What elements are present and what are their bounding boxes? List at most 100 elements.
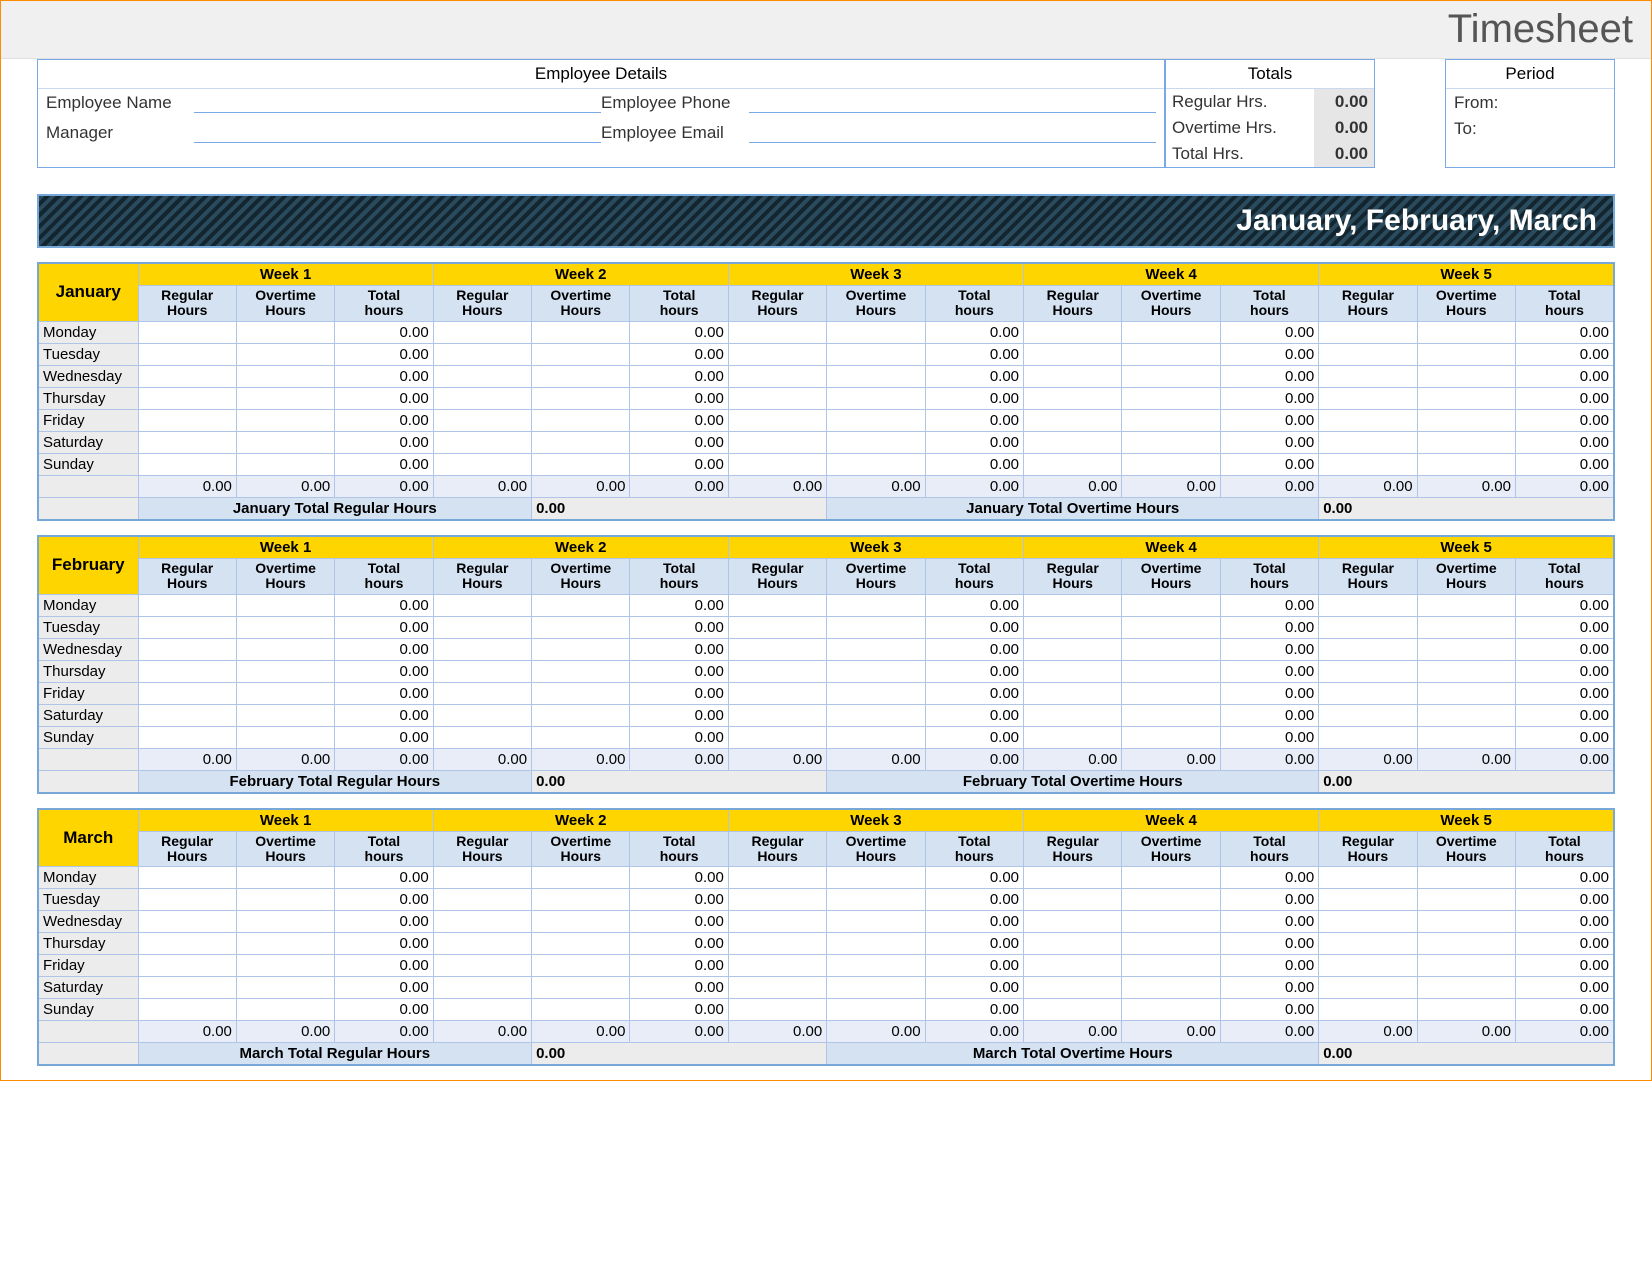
hours-input-cell[interactable] xyxy=(1319,638,1417,660)
hours-input-cell[interactable] xyxy=(827,321,925,343)
hours-input-cell[interactable] xyxy=(1024,321,1122,343)
hours-input-cell[interactable] xyxy=(1417,387,1515,409)
hours-input-cell[interactable] xyxy=(236,594,334,616)
hours-input-cell[interactable] xyxy=(433,977,531,999)
hours-input-cell[interactable] xyxy=(433,431,531,453)
hours-input-cell[interactable] xyxy=(433,321,531,343)
hours-input-cell[interactable] xyxy=(1417,409,1515,431)
hours-input-cell[interactable] xyxy=(827,933,925,955)
hours-input-cell[interactable] xyxy=(1319,387,1417,409)
hours-input-cell[interactable] xyxy=(827,616,925,638)
hours-input-cell[interactable] xyxy=(1417,704,1515,726)
hours-input-cell[interactable] xyxy=(138,889,236,911)
hours-input-cell[interactable] xyxy=(728,431,826,453)
employee-phone-input[interactable] xyxy=(749,95,1156,113)
hours-input-cell[interactable] xyxy=(1024,704,1122,726)
hours-input-cell[interactable] xyxy=(433,889,531,911)
hours-input-cell[interactable] xyxy=(532,726,630,748)
hours-input-cell[interactable] xyxy=(728,594,826,616)
hours-input-cell[interactable] xyxy=(433,616,531,638)
hours-input-cell[interactable] xyxy=(827,911,925,933)
hours-input-cell[interactable] xyxy=(1024,387,1122,409)
hours-input-cell[interactable] xyxy=(1024,431,1122,453)
hours-input-cell[interactable] xyxy=(1122,321,1220,343)
hours-input-cell[interactable] xyxy=(1417,616,1515,638)
hours-input-cell[interactable] xyxy=(433,343,531,365)
hours-input-cell[interactable] xyxy=(532,616,630,638)
hours-input-cell[interactable] xyxy=(1024,343,1122,365)
hours-input-cell[interactable] xyxy=(138,704,236,726)
hours-input-cell[interactable] xyxy=(1122,933,1220,955)
hours-input-cell[interactable] xyxy=(236,409,334,431)
hours-input-cell[interactable] xyxy=(728,867,826,889)
hours-input-cell[interactable] xyxy=(1319,321,1417,343)
hours-input-cell[interactable] xyxy=(1417,321,1515,343)
hours-input-cell[interactable] xyxy=(728,387,826,409)
hours-input-cell[interactable] xyxy=(1122,704,1220,726)
hours-input-cell[interactable] xyxy=(728,453,826,475)
hours-input-cell[interactable] xyxy=(532,911,630,933)
hours-input-cell[interactable] xyxy=(728,343,826,365)
hours-input-cell[interactable] xyxy=(1024,867,1122,889)
hours-input-cell[interactable] xyxy=(532,660,630,682)
hours-input-cell[interactable] xyxy=(1319,594,1417,616)
hours-input-cell[interactable] xyxy=(1122,638,1220,660)
hours-input-cell[interactable] xyxy=(433,387,531,409)
hours-input-cell[interactable] xyxy=(827,453,925,475)
hours-input-cell[interactable] xyxy=(1319,704,1417,726)
hours-input-cell[interactable] xyxy=(1417,594,1515,616)
hours-input-cell[interactable] xyxy=(433,638,531,660)
hours-input-cell[interactable] xyxy=(1122,431,1220,453)
hours-input-cell[interactable] xyxy=(1122,999,1220,1021)
hours-input-cell[interactable] xyxy=(728,682,826,704)
hours-input-cell[interactable] xyxy=(728,704,826,726)
hours-input-cell[interactable] xyxy=(433,955,531,977)
hours-input-cell[interactable] xyxy=(532,365,630,387)
hours-input-cell[interactable] xyxy=(1417,999,1515,1021)
hours-input-cell[interactable] xyxy=(236,387,334,409)
hours-input-cell[interactable] xyxy=(827,955,925,977)
hours-input-cell[interactable] xyxy=(1319,889,1417,911)
hours-input-cell[interactable] xyxy=(532,682,630,704)
hours-input-cell[interactable] xyxy=(1417,977,1515,999)
hours-input-cell[interactable] xyxy=(532,594,630,616)
hours-input-cell[interactable] xyxy=(827,682,925,704)
hours-input-cell[interactable] xyxy=(728,321,826,343)
hours-input-cell[interactable] xyxy=(532,453,630,475)
hours-input-cell[interactable] xyxy=(433,726,531,748)
hours-input-cell[interactable] xyxy=(827,726,925,748)
hours-input-cell[interactable] xyxy=(138,682,236,704)
hours-input-cell[interactable] xyxy=(138,933,236,955)
hours-input-cell[interactable] xyxy=(236,955,334,977)
hours-input-cell[interactable] xyxy=(1024,933,1122,955)
hours-input-cell[interactable] xyxy=(728,889,826,911)
hours-input-cell[interactable] xyxy=(1122,616,1220,638)
hours-input-cell[interactable] xyxy=(1417,660,1515,682)
hours-input-cell[interactable] xyxy=(827,409,925,431)
hours-input-cell[interactable] xyxy=(138,365,236,387)
hours-input-cell[interactable] xyxy=(1122,682,1220,704)
hours-input-cell[interactable] xyxy=(1024,660,1122,682)
hours-input-cell[interactable] xyxy=(1417,431,1515,453)
hours-input-cell[interactable] xyxy=(1417,682,1515,704)
hours-input-cell[interactable] xyxy=(1319,955,1417,977)
hours-input-cell[interactable] xyxy=(532,933,630,955)
hours-input-cell[interactable] xyxy=(1122,726,1220,748)
hours-input-cell[interactable] xyxy=(728,933,826,955)
hours-input-cell[interactable] xyxy=(1122,911,1220,933)
hours-input-cell[interactable] xyxy=(728,999,826,1021)
hours-input-cell[interactable] xyxy=(236,867,334,889)
hours-input-cell[interactable] xyxy=(1417,911,1515,933)
hours-input-cell[interactable] xyxy=(138,638,236,660)
hours-input-cell[interactable] xyxy=(236,343,334,365)
hours-input-cell[interactable] xyxy=(138,977,236,999)
hours-input-cell[interactable] xyxy=(1024,682,1122,704)
hours-input-cell[interactable] xyxy=(236,999,334,1021)
hours-input-cell[interactable] xyxy=(1122,889,1220,911)
hours-input-cell[interactable] xyxy=(1319,999,1417,1021)
hours-input-cell[interactable] xyxy=(138,867,236,889)
hours-input-cell[interactable] xyxy=(236,616,334,638)
hours-input-cell[interactable] xyxy=(1024,977,1122,999)
hours-input-cell[interactable] xyxy=(1319,616,1417,638)
hours-input-cell[interactable] xyxy=(827,704,925,726)
